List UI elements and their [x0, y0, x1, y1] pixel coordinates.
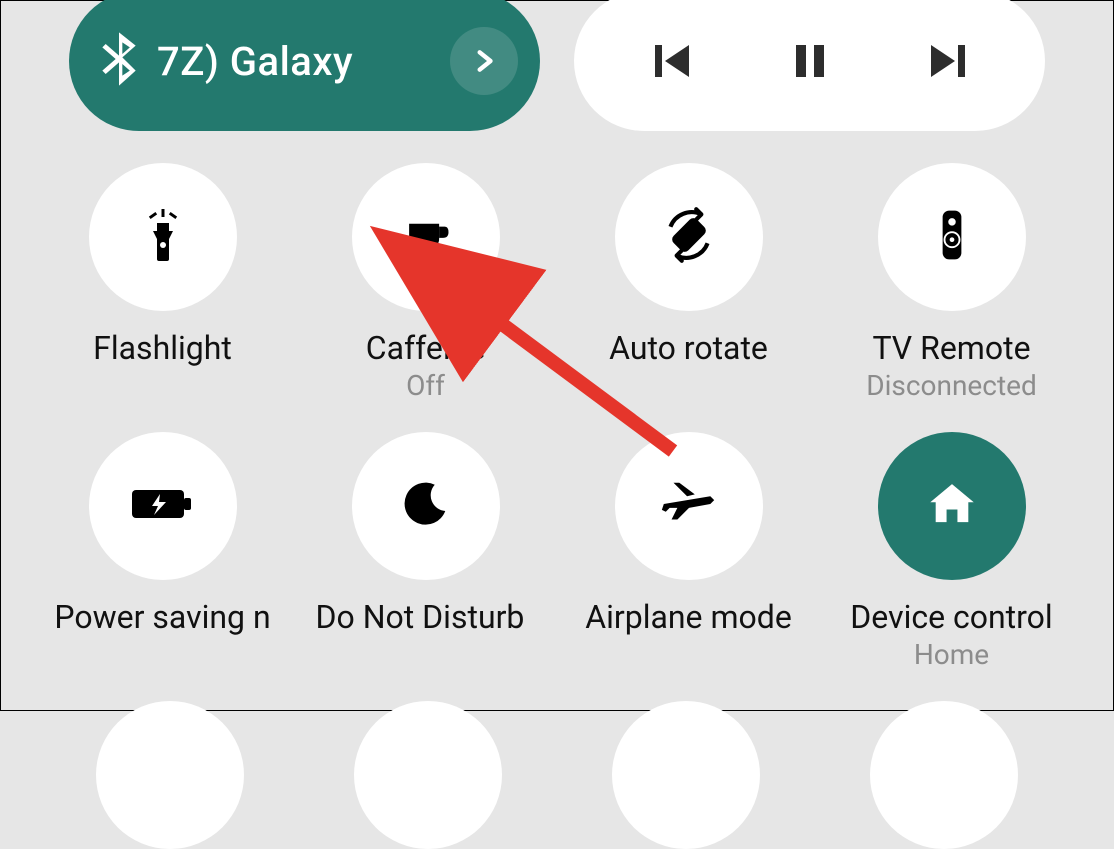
tile-peek[interactable]: [870, 701, 1018, 849]
tile-label: Auto rotate: [609, 329, 768, 367]
bluetooth-icon: [99, 31, 139, 91]
media-next-button[interactable]: [917, 31, 977, 91]
powersaving-toggle[interactable]: [89, 432, 237, 580]
plane-icon: [658, 473, 720, 539]
flashlight-toggle[interactable]: [89, 163, 237, 311]
tile-devicecontrol: Device control Home: [830, 432, 1073, 671]
autorotate-toggle[interactable]: [615, 163, 763, 311]
tile-label: TV Remote: [872, 329, 1030, 367]
tile-peek[interactable]: [96, 701, 244, 849]
caffeine-toggle[interactable]: [352, 163, 500, 311]
tile-label: Airplane mode: [585, 598, 792, 636]
tile-powersaving: Power saving n: [41, 432, 284, 671]
remote-icon: [922, 202, 982, 272]
devicecontrol-toggle[interactable]: [878, 432, 1026, 580]
moon-icon: [398, 476, 454, 536]
tile-label: Do Not Disturb: [316, 598, 536, 639]
rotate-icon: [656, 202, 722, 272]
tile-sublabel: Home: [914, 638, 989, 671]
chevron-right-icon[interactable]: [450, 27, 518, 95]
bluetooth-pill[interactable]: 7Z) Galaxy: [69, 0, 540, 131]
tile-flashlight: Flashlight: [41, 163, 284, 402]
media-controls-pill: [574, 0, 1045, 131]
tile-peek[interactable]: [612, 701, 760, 849]
tvremote-toggle[interactable]: [878, 163, 1026, 311]
flashlight-icon: [131, 203, 195, 271]
tile-dnd: Do Not Disturb: [304, 432, 547, 671]
tile-sublabel: Disconnected: [866, 369, 1037, 402]
media-pause-button[interactable]: [780, 31, 840, 91]
quick-settings-grid: Flashlight Caffeine Off: [1, 131, 1113, 671]
quick-settings-row3-peek: [1, 671, 1113, 849]
bluetooth-label: 7Z) Galaxy: [157, 38, 353, 85]
tile-autorotate: Auto rotate: [567, 163, 810, 402]
tile-airplane: Airplane mode: [567, 432, 810, 671]
tile-sublabel: Off: [406, 369, 445, 402]
media-previous-button[interactable]: [643, 31, 703, 91]
airplane-toggle[interactable]: [615, 432, 763, 580]
dnd-toggle[interactable]: [352, 432, 500, 580]
tile-peek[interactable]: [354, 701, 502, 849]
tile-label: Flashlight: [93, 329, 232, 367]
coffee-icon: [396, 205, 456, 269]
tile-label: Caffeine: [366, 329, 486, 367]
tile-label: Power saving n: [54, 598, 270, 636]
tile-tvremote: TV Remote Disconnected: [830, 163, 1073, 402]
top-pills-row: 7Z) Galaxy: [1, 0, 1113, 131]
battery-icon: [128, 482, 198, 530]
tile-label: Device control: [850, 598, 1052, 636]
home-icon: [923, 475, 981, 537]
tile-caffeine: Caffeine Off: [304, 163, 547, 402]
dnd-label-text: Do Not Disturb: [316, 598, 525, 636]
